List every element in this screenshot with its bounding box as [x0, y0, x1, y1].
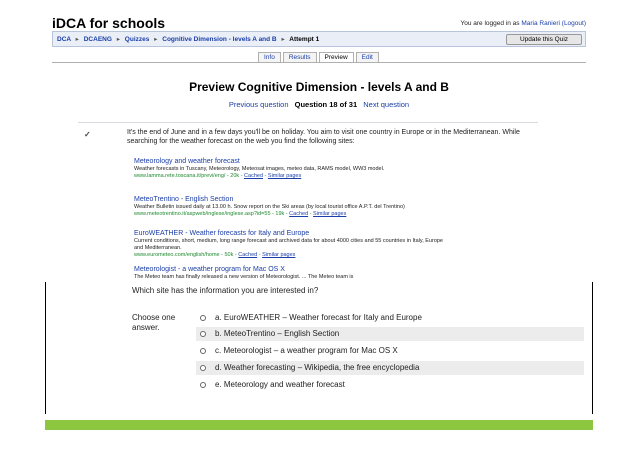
choose-one-label: Choose one answer.	[132, 313, 176, 332]
answer-option-e[interactable]: e. Meteorology and weather forecast	[196, 378, 584, 392]
breadcrumb-separator: ▸	[75, 36, 79, 43]
radio-button[interactable]	[200, 365, 206, 371]
breadcrumb-separator: ▸	[281, 36, 285, 43]
answer-option-label: e. Meteorology and weather forecast	[215, 380, 345, 389]
page-title: Preview Cognitive Dimension - levels A a…	[189, 80, 449, 94]
site-title: iDCA for schools	[52, 15, 166, 31]
footer-bar	[45, 420, 593, 430]
answer-option-a[interactable]: a. EuroWEATHER – Weather forecast for It…	[196, 311, 584, 325]
update-quiz-button[interactable]: Update this Quiz	[506, 34, 582, 45]
search-result-snippet: The Meteo team has finally released a ne…	[134, 274, 354, 280]
search-result-snippet: Weather forecasts in Tuscany, Meteorolog…	[134, 166, 385, 172]
logged-in-text: You are logged in as	[460, 20, 520, 27]
search-result-title[interactable]: EuroWEATHER - Weather forecasts for Ital…	[134, 229, 444, 238]
radio-button[interactable]	[200, 348, 206, 354]
similar-pages-link[interactable]: Similar pages	[268, 173, 301, 179]
radio-button[interactable]	[200, 331, 206, 337]
search-result: Meteorology and weather forecast Weather…	[134, 157, 444, 180]
question-counter: Question 18 of 31	[294, 100, 358, 109]
tab-info[interactable]: Info	[258, 52, 281, 62]
search-result-url-text: www.meteotrentino.it/aspweb/inglese/ingl…	[134, 211, 290, 217]
search-result-title[interactable]: MeteoTrentino - English Section	[134, 195, 444, 204]
answer-option-b[interactable]: b. MeteoTrentino – English Section	[196, 327, 584, 341]
search-result: EuroWEATHER - Weather forecasts for Ital…	[134, 229, 444, 259]
breadcrumb-dcaeng[interactable]: DCAENG	[84, 36, 112, 43]
breadcrumb-quiz[interactable]: Cognitive Dimension - levels A and B	[162, 36, 276, 43]
search-result-title[interactable]: Meteorology and weather forecast	[134, 157, 444, 166]
answer-option-c[interactable]: c. Meteorologist – a weather program for…	[196, 344, 584, 358]
previous-question-link[interactable]: Previous question	[229, 100, 289, 109]
search-result-url-text: www.lamma.rete.toscana.it/previ/eng/ - 2…	[134, 173, 245, 179]
breadcrumb-separator: ▸	[154, 36, 158, 43]
radio-button[interactable]	[200, 315, 206, 321]
search-result-url: www.eurometeo.com/english/home - 50k - C…	[134, 252, 296, 258]
search-result-url: www.lamma.rete.toscana.it/previ/eng/ - 2…	[134, 173, 302, 179]
user-name-link[interactable]: Maria Ranieri	[521, 20, 560, 27]
search-result-url: www.meteotrentino.it/aspweb/inglese/ingl…	[134, 211, 347, 217]
search-result-snippet: Weather Bulletin issued daily at 13.00 h…	[134, 204, 405, 210]
question-content: ✓ It's the end of June and in a few days…	[78, 122, 538, 290]
breadcrumb-current: Attempt 1	[289, 36, 320, 43]
cached-link[interactable]: Cached	[289, 211, 308, 217]
tab-edit[interactable]: Edit	[355, 52, 379, 62]
search-result-url-text: www.eurometeo.com/english/home - 50k -	[134, 252, 239, 258]
similar-pages-link[interactable]: Similar pages	[313, 211, 346, 217]
breadcrumb: DCA ▸ DCAENG ▸ Quizzes ▸ Cognitive Dimen…	[57, 35, 319, 43]
tab-preview[interactable]: Preview	[318, 52, 354, 62]
search-result-snippet: Current conditions, short, medium, long …	[134, 238, 443, 251]
question-flag-icon: ✓	[84, 130, 91, 139]
quiz-tabs: Info Results Preview Edit	[258, 52, 381, 62]
cached-link[interactable]: Cached	[244, 173, 263, 179]
next-question-link[interactable]: Next question	[363, 100, 409, 109]
search-result: MeteoTrentino - English Section Weather …	[134, 195, 444, 218]
question-intro: It's the end of June and in a few days y…	[127, 129, 520, 145]
search-result: Meteorologist - a weather program for Ma…	[134, 265, 444, 281]
login-info: You are logged in as Maria Ranieri (Logo…	[460, 20, 586, 27]
breadcrumb-separator: ▸	[116, 36, 120, 43]
cached-link[interactable]: Cached	[238, 252, 257, 258]
logout-link[interactable]: (Logout)	[562, 20, 586, 27]
answer-option-d[interactable]: d. Weather forecasting – Wikipedia, the …	[196, 361, 584, 375]
question-prompt: Which site has the information you are i…	[132, 286, 319, 295]
breadcrumb-dca[interactable]: DCA	[57, 36, 71, 43]
answer-option-label: d. Weather forecasting – Wikipedia, the …	[215, 363, 420, 372]
similar-pages-link[interactable]: Similar pages	[262, 252, 295, 258]
answer-option-label: a. EuroWEATHER – Weather forecast for It…	[215, 313, 422, 322]
breadcrumb-quizzes[interactable]: Quizzes	[125, 36, 150, 43]
question-navigation: Previous question Question 18 of 31 Next…	[0, 100, 638, 109]
search-result-title[interactable]: Meteorologist - a weather program for Ma…	[134, 265, 444, 274]
radio-button[interactable]	[200, 382, 206, 388]
answer-option-label: b. MeteoTrentino – English Section	[215, 329, 340, 338]
tab-results[interactable]: Results	[282, 52, 317, 62]
navbar: DCA ▸ DCAENG ▸ Quizzes ▸ Cognitive Dimen…	[52, 31, 586, 47]
answer-option-label: c. Meteorologist – a weather program for…	[215, 346, 398, 355]
tab-divider	[52, 62, 586, 63]
